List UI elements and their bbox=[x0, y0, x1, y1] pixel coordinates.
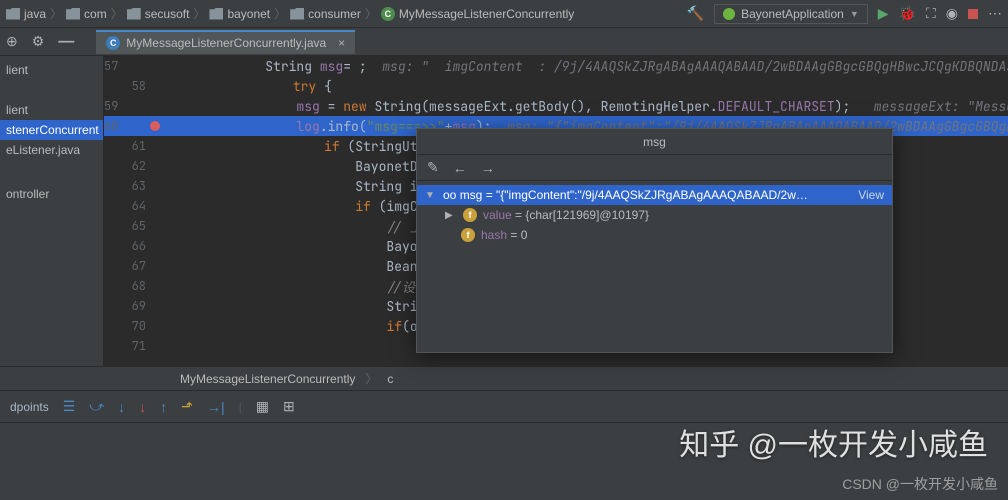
chevron-right-icon: 〉 bbox=[274, 5, 286, 22]
line-number: 61 bbox=[104, 138, 164, 154]
popup-title: msg bbox=[417, 129, 892, 155]
disclosure-closed-icon[interactable]: ▶ bbox=[445, 210, 457, 221]
crumb-bayonet: bayonet bbox=[227, 7, 270, 21]
frames-icon[interactable]: ☰ bbox=[63, 398, 76, 415]
editor-tabs: C MyMessageListenerConcurrently.java × bbox=[96, 30, 355, 54]
line-number: 67 bbox=[104, 258, 164, 274]
line-number: 71 bbox=[104, 338, 164, 354]
folder-icon bbox=[66, 8, 80, 20]
forward-icon[interactable]: → bbox=[481, 160, 495, 176]
breadcrumb[interactable]: java bbox=[6, 7, 46, 21]
close-icon[interactable]: × bbox=[338, 36, 345, 50]
crumb-com: com bbox=[84, 7, 107, 21]
minimize-icon[interactable]: — bbox=[58, 33, 74, 51]
chevron-right-icon: 〉 bbox=[365, 370, 377, 387]
hammer-icon[interactable]: 🔨 bbox=[687, 5, 704, 22]
tab-file[interactable]: C MyMessageListenerConcurrently.java × bbox=[96, 30, 355, 54]
variable-row[interactable]: ▼ oo msg = "{"imgContent":"/9j/4AAQSkZJR… bbox=[417, 185, 892, 205]
trace-icon[interactable]: ⊞ bbox=[283, 398, 295, 415]
breadcrumb[interactable]: consumer bbox=[290, 7, 361, 21]
target-icon[interactable]: ⊕ bbox=[6, 33, 18, 50]
line-number: 66 bbox=[104, 238, 164, 254]
chevron-right-icon: 〉 bbox=[50, 5, 62, 22]
field-icon: f bbox=[461, 228, 475, 242]
debug-tab-label[interactable]: dpoints bbox=[10, 400, 49, 414]
new-watch-icon[interactable]: ✎ bbox=[427, 159, 439, 176]
chevron-right-icon: 〉 bbox=[365, 5, 377, 22]
step-over-icon[interactable]: ⤻ bbox=[89, 398, 104, 415]
profiler-icon[interactable]: ◉ bbox=[946, 5, 958, 22]
sidebar-item[interactable]: ontroller bbox=[0, 184, 103, 204]
breadcrumb-bar: MyMessageListenerConcurrently 〉 c bbox=[0, 366, 1008, 390]
sidebar-item[interactable]: eListener.java bbox=[0, 140, 103, 160]
line-number: 60 bbox=[104, 118, 136, 134]
tab-label: MyMessageListenerConcurrently.java bbox=[126, 36, 326, 50]
evaluate-icon[interactable]: ▦ bbox=[256, 398, 269, 415]
breadcrumb[interactable]: secusoft bbox=[127, 7, 190, 21]
line-number: 69 bbox=[104, 298, 164, 314]
folder-icon bbox=[127, 8, 141, 20]
nav-right: 🔨 BayonetApplication ▼ ▶ 🐞 ⛶ ◉ ⋯ bbox=[687, 4, 1002, 24]
debug-icon[interactable]: 🐞 bbox=[899, 5, 916, 22]
breadcrumb[interactable]: com bbox=[66, 7, 107, 21]
breadcrumb[interactable]: bayonet bbox=[209, 7, 270, 21]
folder-icon bbox=[209, 8, 223, 20]
run-to-cursor-icon[interactable]: →| bbox=[207, 399, 225, 415]
disclosure-open-icon[interactable]: ▼ bbox=[425, 190, 437, 201]
line-number: 70 bbox=[104, 318, 164, 334]
step-into-icon[interactable]: ↓ bbox=[118, 399, 125, 415]
line-number: 65 bbox=[104, 218, 164, 234]
crumb-class[interactable]: MyMessageListenerConcurrently bbox=[180, 372, 355, 386]
step-out-icon[interactable]: ↑ bbox=[160, 399, 167, 415]
spring-icon bbox=[723, 8, 735, 20]
sidebar-item[interactable]: lient bbox=[0, 60, 103, 80]
popup-body: ▼ oo msg = "{"imgContent":"/9j/4AAQSkZJR… bbox=[417, 181, 892, 249]
force-step-icon[interactable]: ↓ bbox=[139, 399, 146, 415]
view-link[interactable]: View bbox=[858, 188, 884, 202]
evaluate-popup: msg ✎ ← → ▼ oo msg = "{"imgContent":"/9j… bbox=[416, 128, 893, 353]
watermark: 知乎 @一枚开发小咸鱼 bbox=[679, 420, 988, 464]
run-icon[interactable]: ▶ bbox=[878, 5, 889, 22]
folder-icon bbox=[6, 8, 20, 20]
coverage-icon[interactable]: ⛶ bbox=[926, 5, 936, 22]
popup-toolbar: ✎ ← → bbox=[417, 155, 892, 181]
run-config-label: BayonetApplication bbox=[741, 7, 844, 21]
line-number: 64 bbox=[104, 198, 164, 214]
tool-strip: ⊕ ⚙ — C MyMessageListenerConcurrently.ja… bbox=[0, 28, 1008, 56]
gear-icon[interactable]: ⚙ bbox=[32, 33, 45, 50]
crumb-java: java bbox=[24, 7, 46, 21]
navigation-bar: java 〉 com 〉 secusoft 〉 bayonet 〉 consum… bbox=[0, 0, 1008, 28]
line-number: 57 bbox=[104, 58, 136, 74]
chevron-down-icon: ▼ bbox=[850, 9, 859, 19]
class-icon: C bbox=[381, 7, 395, 21]
chevron-right-icon: 〉 bbox=[111, 5, 123, 22]
line-number: 59 bbox=[104, 98, 136, 114]
breakpoint-icon[interactable] bbox=[150, 121, 160, 131]
crumb-secusoft: secusoft bbox=[145, 7, 190, 21]
project-sidebar[interactable]: lient lient stenerConcurrent eListener.j… bbox=[0, 56, 104, 366]
sidebar-item-selected[interactable]: stenerConcurrent bbox=[0, 120, 103, 140]
chevron-right-icon: 〉 bbox=[193, 5, 205, 22]
line-number: 58 bbox=[104, 78, 164, 94]
line-number: 68 bbox=[104, 278, 164, 294]
sidebar-item[interactable]: lient bbox=[0, 100, 103, 120]
debug-toolbar: dpoints ☰ ⤻ ↓ ↓ ↑ ⬏ →| | ▦ ⊞ bbox=[0, 391, 1008, 423]
class-icon: C bbox=[106, 36, 120, 50]
more-icon[interactable]: ⋯ bbox=[988, 5, 1002, 22]
field-icon: f bbox=[463, 208, 477, 222]
line-number: 62 bbox=[104, 158, 164, 174]
variable-row[interactable]: f hash = 0 bbox=[417, 225, 892, 245]
crumb-method[interactable]: c bbox=[387, 372, 393, 386]
stop-icon[interactable] bbox=[968, 9, 978, 19]
variable-row[interactable]: ▶ f value = {char[121969]@10197} bbox=[417, 205, 892, 225]
back-icon[interactable]: ← bbox=[453, 160, 467, 176]
breadcrumb[interactable]: C MyMessageListenerConcurrently bbox=[381, 7, 574, 21]
run-config-selector[interactable]: BayonetApplication ▼ bbox=[714, 4, 868, 24]
drop-frame-icon[interactable]: ⬏ bbox=[181, 398, 193, 415]
folder-icon bbox=[290, 8, 304, 20]
watermark: CSDN @一枚开发小咸鱼 bbox=[842, 474, 998, 494]
crumb-class: MyMessageListenerConcurrently bbox=[399, 7, 574, 21]
line-number: 63 bbox=[104, 178, 164, 194]
crumb-consumer: consumer bbox=[308, 7, 361, 21]
